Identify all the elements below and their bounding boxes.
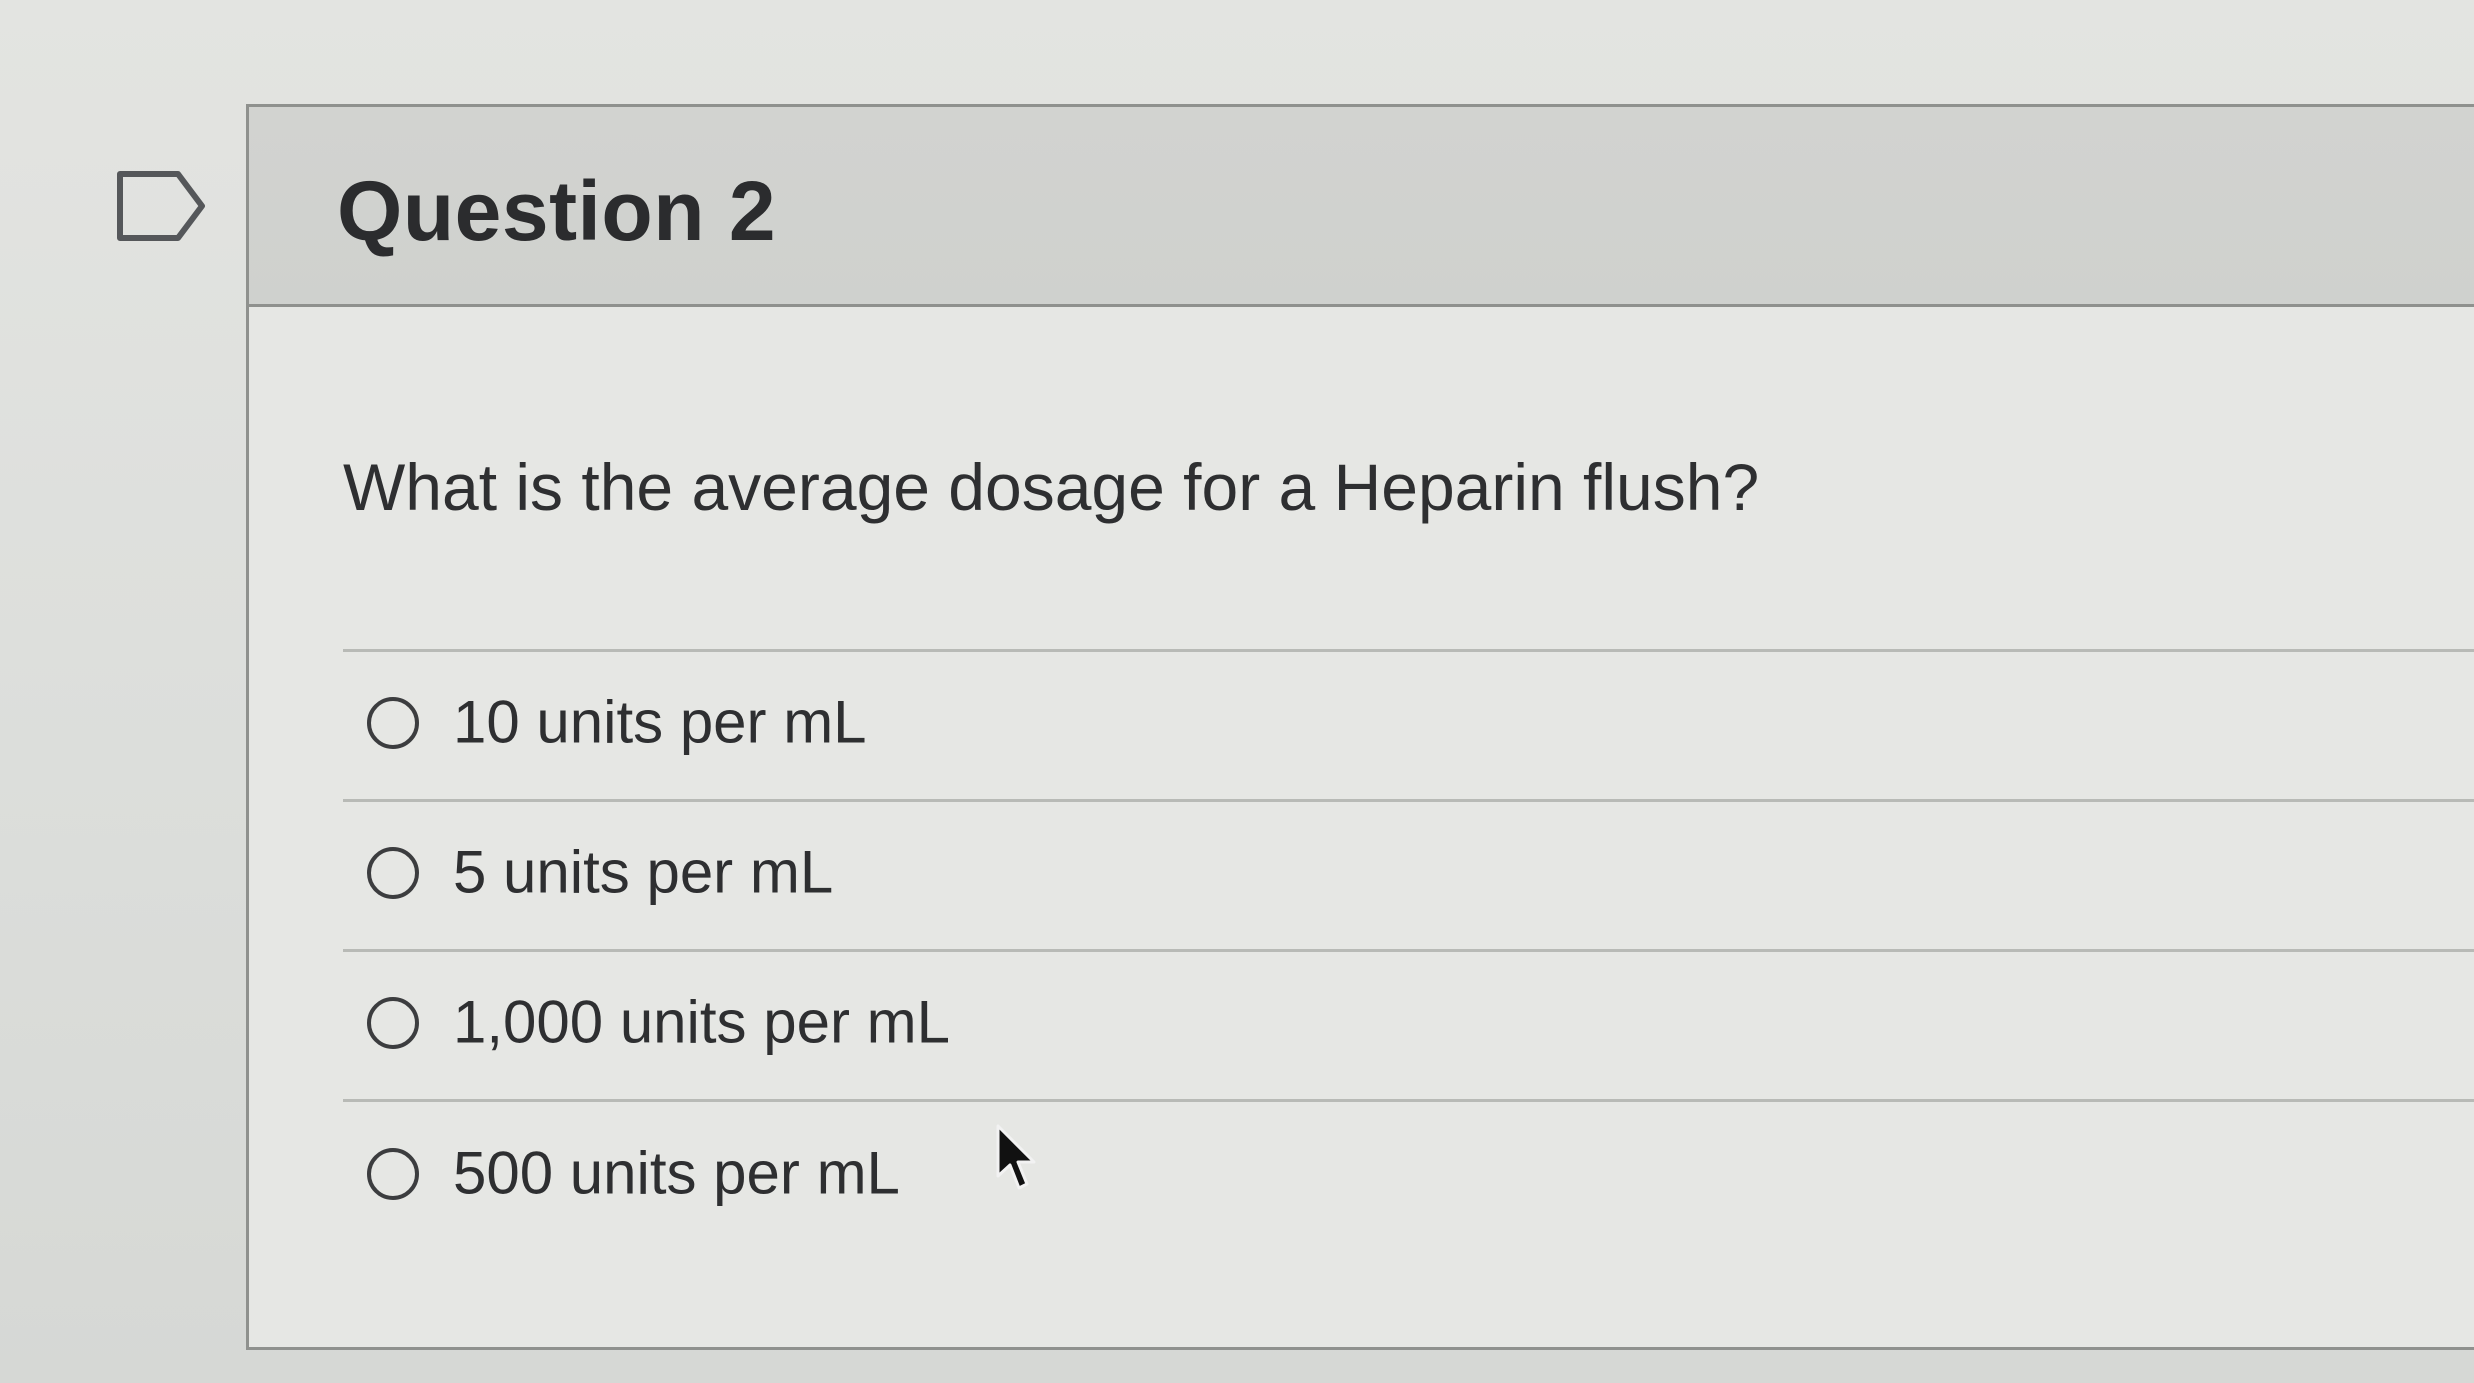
answer-option-2[interactable]: 5 units per mL bbox=[343, 802, 2474, 952]
question-card: Question 2 What is the average dosage fo… bbox=[246, 104, 2474, 1350]
answer-option-1[interactable]: 10 units per mL bbox=[343, 652, 2474, 802]
answer-option-4[interactable]: 500 units per mL bbox=[343, 1102, 2474, 1252]
radio-unchecked-icon[interactable] bbox=[367, 996, 419, 1049]
answer-option-label: 10 units per mL bbox=[453, 687, 867, 755]
mouse-pointer-icon bbox=[996, 1124, 1036, 1190]
radio-unchecked-icon[interactable] bbox=[367, 696, 419, 749]
question-text: What is the average dosage for a Heparin… bbox=[343, 450, 1760, 524]
answer-option-label: 5 units per mL bbox=[453, 837, 834, 905]
question-title: Question 2 bbox=[337, 164, 777, 258]
question-header: Question 2 bbox=[249, 107, 2474, 307]
answer-list: 10 units per mL 5 units per mL 1,000 uni… bbox=[343, 649, 2474, 1252]
quiz-page: Question 2 What is the average dosage fo… bbox=[0, 0, 2474, 1383]
flag-question-icon[interactable] bbox=[116, 170, 206, 242]
answer-option-label: 500 units per mL bbox=[453, 1139, 900, 1207]
answer-option-label: 1,000 units per mL bbox=[453, 987, 950, 1055]
radio-unchecked-icon[interactable] bbox=[367, 1148, 419, 1200]
radio-unchecked-icon[interactable] bbox=[367, 846, 419, 899]
answer-option-3[interactable]: 1,000 units per mL bbox=[343, 952, 2474, 1102]
